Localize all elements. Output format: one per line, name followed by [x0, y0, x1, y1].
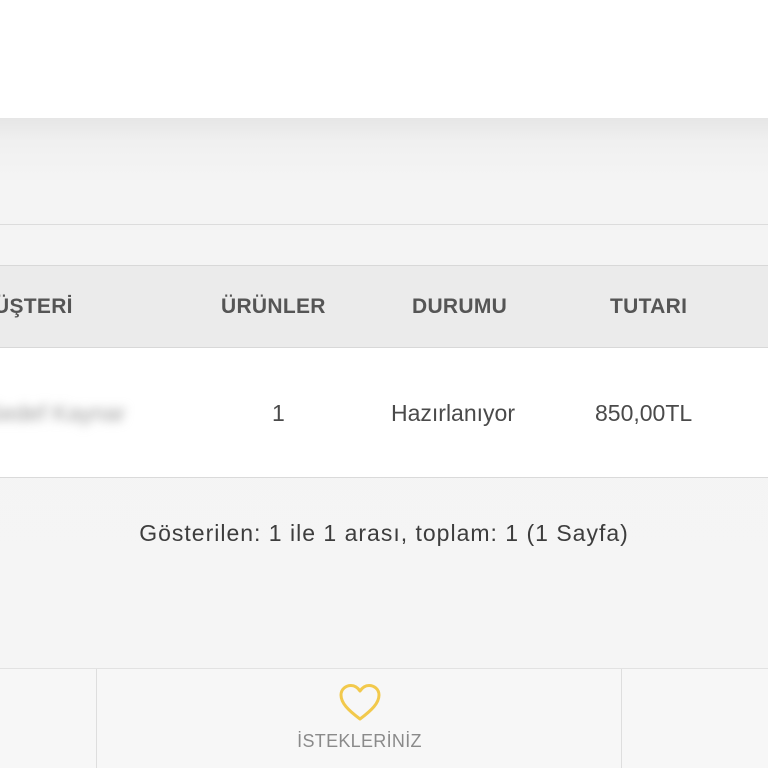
- orders-page: ÜŞTERİ ÜRÜNLER DURUMU TUTARI Sedef Kayna…: [0, 0, 768, 768]
- wishlist-label: İSTEKLERİNİZ: [297, 731, 422, 751]
- column-header-products: ÜRÜNLER: [221, 295, 326, 318]
- heart-icon: [339, 684, 381, 721]
- column-header-status: DURUMU: [412, 295, 508, 318]
- bottom-nav-item-wishlist[interactable]: İSTEKLERİNİZ: [97, 669, 622, 768]
- top-blank-area: [0, 0, 768, 118]
- column-header-total: TUTARI: [610, 295, 688, 318]
- orders-table-header: ÜŞTERİ ÜRÜNLER DURUMU TUTARI: [0, 265, 768, 348]
- table-row[interactable]: Sedef Kaynar 1 Hazırlanıyor 850,00TL: [0, 348, 768, 478]
- bottom-nav-bar: İSTEKLERİNİZ: [0, 668, 768, 768]
- cell-product-count: 1: [272, 400, 285, 426]
- column-header-customer: ÜŞTERİ: [0, 295, 73, 318]
- cell-order-total: 850,00TL: [595, 400, 693, 426]
- panel-divider: [0, 224, 768, 225]
- bottom-nav-item-left[interactable]: [0, 669, 97, 768]
- cell-customer-name: Sedef Kaynar: [0, 400, 126, 426]
- pagination-info: Gösterilen: 1 ile 1 arası, toplam: 1 (1 …: [139, 520, 629, 546]
- cell-order-status: Hazırlanıyor: [391, 400, 515, 426]
- bottom-nav-item-right[interactable]: [622, 669, 768, 768]
